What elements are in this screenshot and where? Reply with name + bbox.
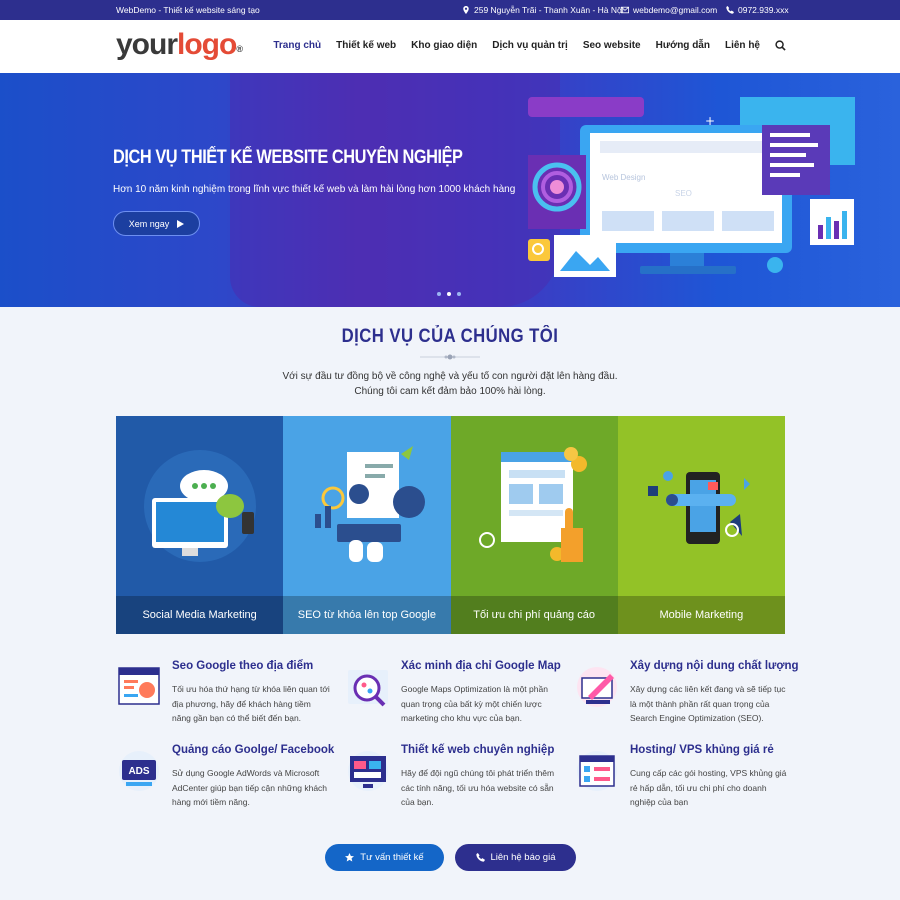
card-label: Social Media Marketing	[116, 596, 284, 634]
phone-icon	[475, 853, 485, 862]
feature-desc: Hãy để đội ngũ chúng tôi phát triển thêm…	[401, 768, 555, 807]
star-icon	[345, 853, 355, 862]
art-web-design-text: Web Design	[602, 173, 645, 182]
services-title: DỊCH VỤ CỦA CHÚNG TÔI	[341, 326, 559, 347]
quote-button[interactable]: Liên hệ báo giá	[455, 844, 576, 871]
hero-illustration: Web Design SEO +	[528, 97, 855, 277]
feature-title[interactable]: Thiết kế web chuyên nghiệp	[401, 744, 554, 756]
view-now-label: Xem ngay	[128, 218, 170, 229]
logo-part1: your	[116, 28, 178, 61]
local-seo-icon	[118, 667, 160, 705]
feature-title[interactable]: Quảng cáo Goolge/ Facebook	[172, 744, 334, 756]
map-search-icon	[348, 670, 388, 707]
content-writing-icon	[577, 667, 617, 707]
card-label: SEO từ khóa lên top Google	[283, 596, 451, 634]
ad-cost-icon	[478, 447, 587, 562]
top-bar: WebDemo - Thiết kế website sáng tạo 259 …	[0, 0, 900, 20]
map-pin-icon	[463, 6, 469, 14]
feature-desc: Cung cấp các gói hosting, VPS khủng giá …	[630, 768, 787, 807]
services-intro: Với sự đầu tư đồng bộ về công nghệ và yế…	[0, 369, 900, 399]
slider-dot-active[interactable]	[447, 292, 451, 296]
slider-dot[interactable]	[437, 292, 441, 296]
slider-dot[interactable]	[457, 292, 461, 296]
logo-part2: logo	[177, 28, 237, 61]
hero-title: DỊCH VỤ THIẾT KẾ WEBSITE CHUYÊN NGHIỆP	[113, 147, 463, 168]
nav-item-guide[interactable]: Hướng dẫn	[656, 40, 710, 51]
address: 259 Nguyễn Trãi - Thanh Xuân - Hà Nội	[462, 5, 624, 15]
view-now-button[interactable]: Xem ngay	[113, 211, 200, 236]
intro-line-1: Với sự đầu tư đồng bộ về công nghệ và yế…	[282, 371, 618, 382]
mail-icon	[621, 6, 629, 14]
search-icon[interactable]	[775, 40, 786, 51]
email[interactable]: webdemo@gmail.com	[621, 5, 717, 15]
logo-mark: ®	[236, 44, 243, 54]
title-divider	[420, 354, 480, 360]
feature-desc: Sử dụng Google AdWords và Microsoft AdCe…	[172, 768, 328, 807]
hero-subtitle: Hơn 10 năm kinh nghiệm trong lĩnh vực th…	[113, 184, 516, 195]
hero-banner: DỊCH VỤ THIẾT KẾ WEBSITE CHUYÊN NGHIỆP H…	[0, 73, 900, 307]
ads-icon-text: ADS	[128, 766, 149, 777]
service-cards: Social Media Marketing SEO từ khóa lên t…	[116, 416, 785, 634]
feature-title[interactable]: Seo Google theo địa điểm	[172, 660, 313, 672]
hosting-icon	[577, 751, 617, 791]
feature-title[interactable]: Hosting/ VPS khủng giá rẻ	[630, 744, 774, 756]
card-label: Tối ưu chi phí quảng cáo	[450, 596, 618, 634]
ads-icon: ADS	[119, 751, 159, 791]
play-icon	[177, 219, 185, 228]
card-label: Mobile Marketing	[617, 596, 785, 634]
seo-icon	[315, 446, 426, 562]
phone-icon	[726, 6, 734, 14]
card-mobile[interactable]: Mobile Marketing	[617, 416, 785, 634]
feature-title[interactable]: Xác minh địa chỉ Google Map	[401, 660, 561, 672]
nav-item-contact[interactable]: Liên hệ	[725, 40, 760, 51]
card-social-media[interactable]: Social Media Marketing	[116, 416, 284, 634]
phone[interactable]: 0972.939.xxx	[726, 5, 789, 15]
nav-item-home[interactable]: Trang chủ	[273, 40, 321, 51]
mobile-icon	[647, 471, 750, 544]
main-nav: Trang chủ Thiết kế web Kho giao diện Dịc…	[273, 40, 786, 51]
logo[interactable]: yourlogo®	[116, 28, 243, 62]
art-seo-text: SEO	[675, 189, 692, 198]
card-ad-cost[interactable]: Tối ưu chi phí quảng cáo	[450, 416, 618, 634]
quote-label: Liên hệ báo giá	[490, 852, 556, 863]
site-header: yourlogo® Trang chủ Thiết kế web Kho gia…	[0, 20, 900, 73]
nav-item-seo[interactable]: Seo website	[583, 40, 641, 51]
email-text[interactable]: webdemo@gmail.com	[633, 5, 717, 15]
consult-label: Tư vấn thiết kế	[360, 852, 424, 863]
intro-line-2: Chúng tôi cam kết đảm bảo 100% hài lòng.	[354, 386, 546, 397]
nav-item-admin-service[interactable]: Dịch vụ quản trị	[492, 40, 568, 51]
plus-decoration-icon: +	[705, 114, 715, 128]
nav-item-web-design[interactable]: Thiết kế web	[336, 40, 396, 51]
feature-desc: Tối ưu hóa thứ hạng từ khóa liên quan tớ…	[172, 684, 330, 723]
feature-desc: Xây dựng các liên kết đang và sẽ tiếp tụ…	[630, 684, 786, 723]
tagline: WebDemo - Thiết kế website sáng tạo	[116, 5, 260, 15]
feature-desc: Google Maps Optimization là một phần qua…	[401, 684, 548, 723]
nav-item-themes[interactable]: Kho giao diện	[411, 40, 477, 51]
web-design-icon	[348, 751, 388, 791]
feature-title[interactable]: Xây dựng nội dung chất lượng	[630, 660, 799, 672]
slider-dots	[437, 292, 461, 296]
address-text: 259 Nguyễn Trãi - Thanh Xuân - Hà Nội	[474, 5, 624, 15]
consult-button[interactable]: Tư vấn thiết kế	[325, 844, 444, 871]
phone-text[interactable]: 0972.939.xxx	[738, 5, 789, 15]
social-media-icon	[144, 450, 256, 562]
card-seo[interactable]: SEO từ khóa lên top Google	[283, 416, 451, 634]
